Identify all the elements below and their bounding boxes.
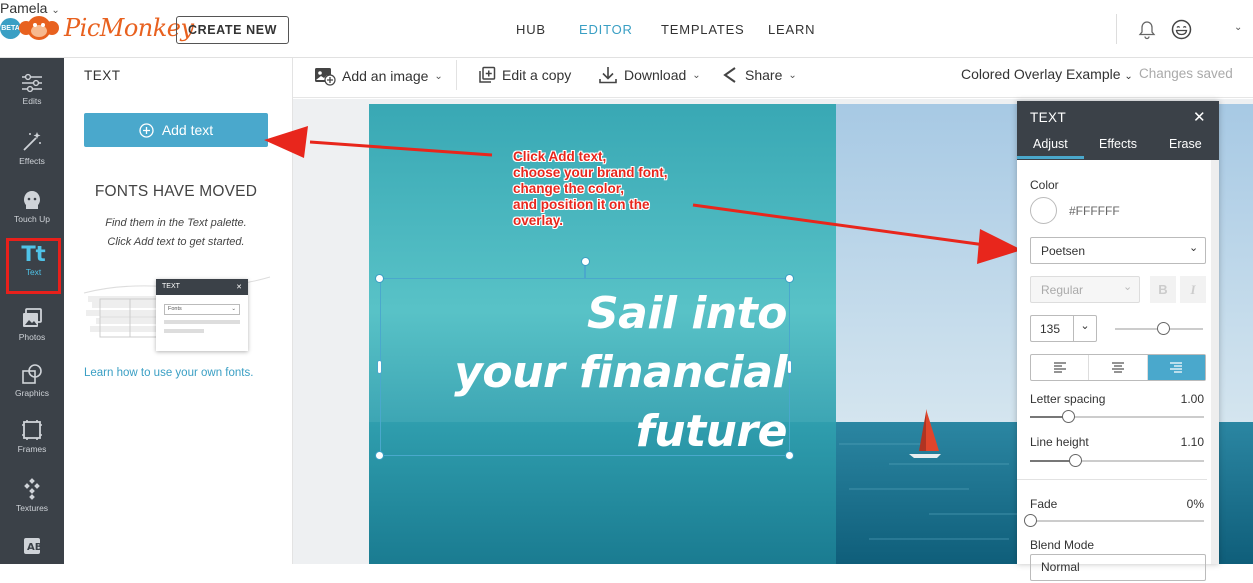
color-swatch[interactable]	[1030, 197, 1057, 224]
line-height-label: Line height	[1030, 435, 1089, 449]
align-center-icon	[1111, 362, 1124, 373]
close-icon[interactable]: ✕	[1193, 108, 1206, 126]
letter-spacing-value: 1.00	[1180, 392, 1204, 406]
bold-button[interactable]: B	[1150, 276, 1176, 303]
chevron-down-icon: ⌄	[1080, 320, 1090, 332]
font-size-slider-knob[interactable]	[1156, 322, 1170, 335]
letter-spacing-label: Letter spacing	[1030, 392, 1106, 406]
font-dropdown[interactable]: Poetsen ⌄	[1030, 237, 1206, 264]
align-center-button[interactable]	[1089, 355, 1148, 380]
line-height-slider-knob[interactable]	[1068, 454, 1082, 467]
align-right-button[interactable]	[1147, 355, 1205, 380]
style-dropdown-value: Regular	[1041, 283, 1084, 297]
panel-divider	[1017, 479, 1207, 480]
callout-line-3: change the color,	[513, 181, 625, 196]
line-height-value: 1.10	[1180, 435, 1204, 449]
color-label: Color	[1030, 178, 1059, 192]
alignment-group	[1030, 354, 1206, 381]
fade-value: 0%	[1186, 497, 1204, 511]
callout-line-1: Click Add text,	[513, 149, 607, 164]
callout-line-2: choose your brand font,	[513, 165, 668, 180]
font-size-input[interactable]: 135	[1030, 315, 1073, 342]
callout-annotation: Click Add text, choose your brand font, …	[513, 149, 668, 229]
font-size-dropdown[interactable]: ⌄	[1073, 315, 1097, 342]
panel-title: TEXT	[1030, 110, 1067, 125]
align-left-button[interactable]	[1031, 355, 1090, 380]
panel-header: TEXT ✕ Adjust Effects Erase	[1017, 101, 1219, 160]
letter-spacing-slider-knob[interactable]	[1061, 410, 1075, 423]
callout-line-5: overlay.	[513, 213, 564, 228]
fade-label: Fade	[1030, 497, 1058, 511]
active-tab-indicator	[1017, 156, 1084, 159]
tab-erase[interactable]: Erase	[1169, 137, 1202, 151]
fade-slider-knob[interactable]	[1023, 514, 1037, 527]
tab-adjust[interactable]: Adjust	[1033, 137, 1068, 151]
font-dropdown-value: Poetsen	[1041, 244, 1086, 258]
font-size-value: 135	[1040, 322, 1061, 336]
chevron-down-icon: ⌄	[1123, 281, 1133, 293]
blend-mode-value: Normal	[1041, 560, 1080, 574]
align-right-icon	[1170, 362, 1183, 373]
text-settings-panel: TEXT ✕ Adjust Effects Erase Color #FFFFF…	[1017, 101, 1219, 581]
style-dropdown[interactable]: Regular ⌄	[1030, 276, 1140, 303]
chevron-down-icon: ⌄	[1189, 242, 1199, 254]
callout-line-4: and position it on the	[513, 197, 650, 212]
blend-mode-label: Blend Mode	[1030, 538, 1095, 552]
align-left-icon	[1053, 362, 1066, 373]
color-hex-value[interactable]: #FFFFFF	[1069, 204, 1120, 218]
panel-scrollbar[interactable]	[1211, 160, 1219, 564]
blend-mode-dropdown[interactable]: Normal	[1030, 554, 1206, 581]
tab-effects[interactable]: Effects	[1099, 137, 1137, 151]
italic-button[interactable]: I	[1180, 276, 1206, 303]
fade-slider-track[interactable]	[1030, 520, 1204, 522]
